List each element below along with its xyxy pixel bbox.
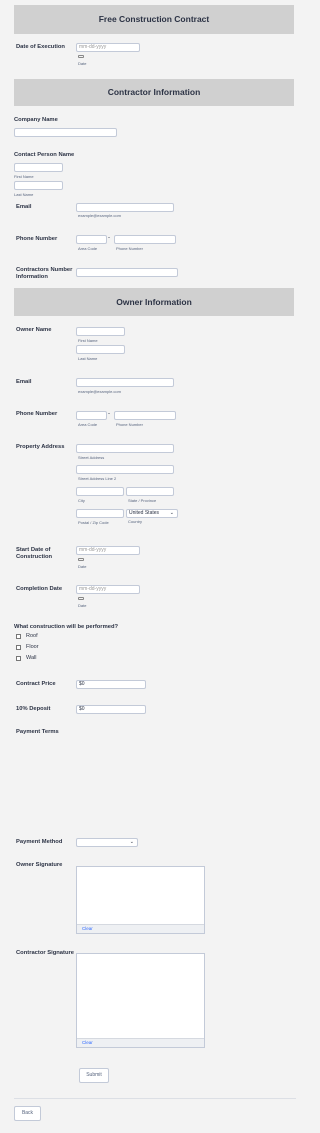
contractors-number-input[interactable]	[76, 268, 178, 277]
date-of-execution-label: Date of Execution	[16, 44, 65, 50]
state-sublabel: State / Province	[128, 498, 157, 503]
start-date-label-2: Construction	[16, 554, 53, 560]
start-date-sublabel: Date	[78, 564, 87, 569]
email-sublabel: example@example.com	[78, 213, 121, 218]
owner-email-input[interactable]	[76, 378, 174, 387]
owner-signature-pad[interactable]: Clear	[76, 866, 205, 934]
start-date-label-1: Start Date of	[16, 547, 51, 553]
contractor-email-input[interactable]	[76, 203, 174, 212]
street-address-line2-input[interactable]	[76, 465, 174, 474]
contract-price-input[interactable]: $0	[76, 680, 146, 689]
back-button[interactable]: Back	[14, 1106, 41, 1121]
checkbox-roof-label: Roof	[26, 633, 38, 639]
submit-button[interactable]: Submit	[79, 1068, 109, 1083]
contact-first-name-input[interactable]	[14, 163, 63, 172]
state-input[interactable]	[126, 487, 174, 496]
contractor-email-label: Email	[16, 204, 32, 210]
owner-first-name-sublabel: First Name	[78, 338, 98, 343]
last-name-sublabel: Last Name	[14, 192, 34, 197]
owner-last-name-sublabel: Last Name	[78, 356, 98, 361]
contractor-signature-footer	[77, 1038, 204, 1047]
calendar-icon[interactable]	[78, 597, 84, 600]
checkbox-roof[interactable]	[16, 634, 21, 639]
owner-first-name-input[interactable]	[76, 327, 125, 336]
contractor-signature-clear-button[interactable]: Clear	[82, 1040, 93, 1045]
owner-signature-footer	[77, 924, 204, 933]
owner-email-sublabel: example@example.com	[78, 389, 121, 394]
company-name-label: Company Name	[14, 117, 58, 123]
owner-name-label: Owner Name	[16, 327, 52, 333]
phone-dash: -	[108, 235, 110, 241]
owner-phone-dash: -	[108, 411, 110, 417]
calendar-icon[interactable]	[78, 55, 84, 58]
deposit-input[interactable]: $0	[76, 705, 146, 714]
area-code-sublabel: Area Code	[78, 246, 98, 251]
contractor-phone-input[interactable]	[114, 235, 176, 244]
section-contractor-information: Contractor Information	[14, 79, 294, 106]
payment-method-select[interactable]: ⌄	[76, 838, 138, 847]
construction-type-label: What construction will be performed?	[14, 624, 119, 630]
contractor-phone-label: Phone Number	[16, 236, 58, 242]
contractor-signature-pad[interactable]: Clear	[76, 953, 205, 1048]
owner-signature-clear-button[interactable]: Clear	[82, 926, 93, 931]
owner-area-code-input[interactable]	[76, 411, 107, 420]
chevron-down-icon: ⌄	[169, 510, 174, 516]
owner-phone-label: Phone Number	[16, 411, 58, 417]
deposit-label: 10% Deposit	[16, 706, 51, 712]
city-sublabel: City	[78, 498, 85, 503]
street-address-input[interactable]	[76, 444, 174, 453]
contractor-area-code-input[interactable]	[76, 235, 107, 244]
checkbox-wall[interactable]	[16, 656, 21, 661]
contact-last-name-input[interactable]	[14, 181, 63, 190]
first-name-sublabel: First Name	[14, 174, 34, 179]
owner-email-label: Email	[16, 379, 32, 385]
owner-phone-number-sublabel: Phone Number	[116, 422, 143, 427]
completion-date-label: Completion Date	[16, 586, 63, 592]
checkbox-wall-label: Wall	[26, 655, 37, 661]
payment-terms-label: Payment Terms	[16, 729, 59, 735]
owner-phone-input[interactable]	[114, 411, 176, 420]
completion-date-sublabel: Date	[78, 603, 87, 608]
street-address-sublabel: Street Address	[78, 455, 105, 460]
postal-code-input[interactable]	[76, 509, 124, 518]
postal-code-sublabel: Postal / Zip Code	[78, 520, 109, 525]
start-date-input[interactable]: mm-dd-yyyy	[76, 546, 140, 555]
owner-last-name-input[interactable]	[76, 345, 125, 354]
owner-area-code-sublabel: Area Code	[78, 422, 98, 427]
form-title: Free Construction Contract	[14, 5, 294, 34]
footer-divider	[14, 1098, 296, 1099]
city-input[interactable]	[76, 487, 124, 496]
country-sublabel: Country	[128, 519, 143, 524]
contractors-number-label-1: Contractors Number	[16, 267, 73, 273]
payment-method-label: Payment Method	[16, 839, 63, 845]
property-address-label: Property Address	[16, 444, 65, 450]
completion-date-input[interactable]: mm-dd-yyyy	[76, 585, 140, 594]
phone-number-sublabel: Phone Number	[116, 246, 143, 251]
checkbox-floor-label: Floor	[26, 644, 39, 650]
section-owner-information: Owner Information	[14, 288, 294, 316]
contract-price-label: Contract Price	[16, 681, 56, 687]
country-value: United States	[129, 510, 160, 516]
contractors-number-label-2: Information	[16, 274, 48, 280]
contact-person-label: Contact Person Name	[14, 152, 75, 158]
country-select[interactable]: United States ⌄	[126, 509, 178, 518]
street-address-line2-sublabel: Street Address Line 2	[78, 476, 117, 481]
owner-signature-label: Owner Signature	[16, 862, 63, 868]
contractor-signature-label: Contractor Signature	[16, 950, 74, 956]
date-of-execution-input[interactable]: mm-dd-yyyy	[76, 43, 140, 52]
date-sublabel: Date	[78, 61, 87, 66]
calendar-icon[interactable]	[78, 558, 84, 561]
checkbox-floor[interactable]	[16, 645, 21, 650]
company-name-input[interactable]	[14, 128, 117, 137]
chevron-down-icon: ⌄	[129, 839, 134, 845]
